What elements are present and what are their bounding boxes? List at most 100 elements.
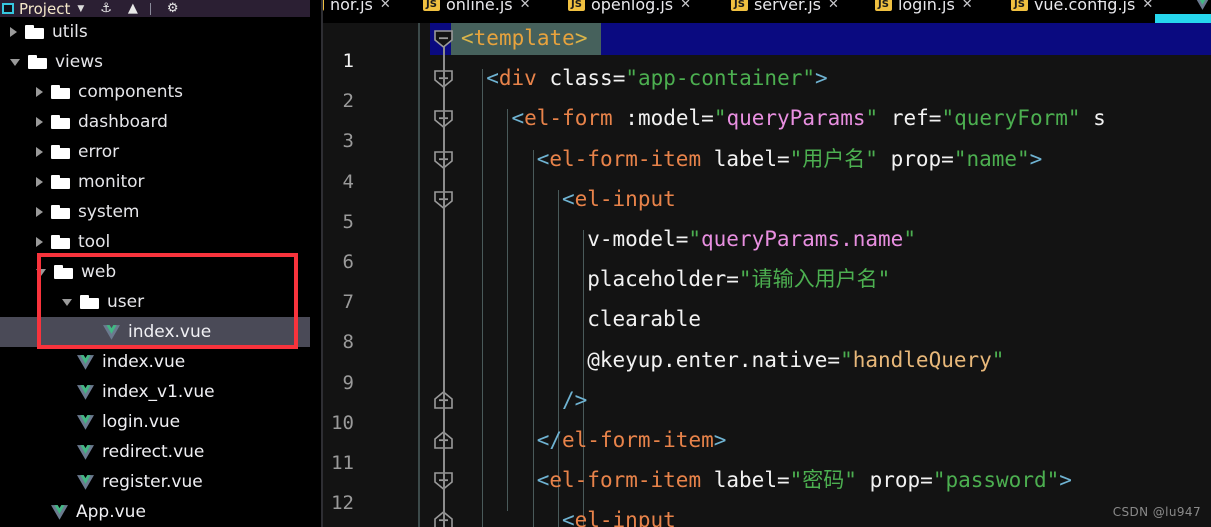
editor-tab-login-js[interactable]: JS login.js ✕: [875, 0, 973, 16]
fold-region-line: [443, 47, 445, 527]
code-line: clearable: [587, 303, 701, 335]
code-token: />: [561, 387, 588, 412]
vue-file-icon: [103, 324, 120, 340]
js-file-icon: JS: [323, 0, 324, 11]
editor-gutter[interactable]: 12345678910111213: [323, 23, 430, 527]
code-token: "密码": [789, 468, 857, 493]
code-token: ": [713, 106, 727, 131]
code-token: ": [903, 227, 916, 251]
tree-item-label: error: [78, 142, 120, 162]
tree-item-register-vue[interactable]: register.vue: [0, 467, 321, 497]
tree-item-label: index.vue: [102, 352, 186, 372]
ide-window: Project ▼ ⚓ ▲ ⚙ utils views components dash…: [0, 0, 1211, 527]
tree-item-utils[interactable]: utils: [0, 17, 321, 47]
gear-icon[interactable]: ⚙: [167, 2, 179, 15]
editor-tab-openlog-js[interactable]: JS openlog.js ✕: [568, 0, 691, 16]
code-token: ": [865, 106, 879, 131]
editor-tab-bar: JS nor.js ✕ JS online.js ✕ JS openlog.js ✕ JS serv…: [323, 0, 1211, 17]
vue-file-icon: [77, 414, 94, 430]
close-icon[interactable]: ✕: [380, 0, 391, 12]
close-icon[interactable]: ✕: [680, 0, 691, 12]
close-icon[interactable]: ✕: [1142, 0, 1153, 12]
chevron-right-icon[interactable]: [36, 87, 43, 97]
tree-item-system[interactable]: system: [0, 197, 321, 227]
chevron-right-icon[interactable]: [36, 177, 43, 187]
code-token: queryParams.name: [701, 227, 904, 251]
tree-item-components[interactable]: components: [0, 77, 321, 107]
tree-item-label: redirect.vue: [102, 442, 205, 462]
tree-item-redirect-vue[interactable]: redirect.vue: [0, 437, 321, 467]
tree-item-views[interactable]: views: [0, 47, 321, 77]
code-token: <: [561, 186, 575, 211]
project-panel-title: Project: [19, 0, 71, 17]
tree-item-index_v1-vue[interactable]: index_v1.vue: [0, 377, 321, 407]
vue-file-icon: [77, 444, 94, 460]
close-icon[interactable]: ✕: [520, 0, 531, 12]
tree-item-user[interactable]: user: [0, 287, 321, 317]
code-token: "name": [953, 146, 1030, 171]
code-token: :model: [625, 106, 702, 131]
tree-item-index-vue[interactable]: index.vue: [0, 317, 321, 347]
close-icon[interactable]: ✕: [828, 0, 839, 12]
chevron-right-icon[interactable]: [10, 27, 17, 37]
code-line: <el-form :model="queryParams" ref="query…: [511, 102, 1105, 134]
chevron-down-icon[interactable]: [36, 268, 46, 276]
code-token: div: [498, 66, 537, 91]
anchor-icon[interactable]: ⚓: [100, 2, 112, 15]
code-token: el-form-item: [562, 428, 714, 452]
chevron-down-icon[interactable]: [10, 58, 20, 66]
code-token: s: [1080, 106, 1106, 131]
vue-file-icon: [77, 354, 94, 370]
code-token: el-input: [574, 186, 676, 211]
close-icon[interactable]: ✕: [962, 0, 973, 12]
tree-item-web[interactable]: web: [0, 257, 321, 287]
chevron-down-icon[interactable]: [62, 298, 72, 306]
code-token: @keyup.enter.native: [587, 347, 828, 372]
tree-item-dashboard[interactable]: dashboard: [0, 107, 321, 137]
collapse-up-icon[interactable]: ▲: [128, 2, 138, 15]
folder-icon: [25, 25, 44, 39]
tree-item-error[interactable]: error: [0, 137, 321, 167]
editor-tab-nor-js[interactable]: JS nor.js ✕: [323, 0, 391, 16]
code-token: =: [776, 468, 790, 493]
fold-collapse-icon[interactable]: [433, 29, 454, 48]
js-file-icon: JS: [875, 0, 892, 11]
editor-tab-online-js[interactable]: JS online.js ✕: [423, 0, 531, 16]
tree-item-login-vue[interactable]: login.vue: [0, 407, 321, 437]
sidebar-scrollbar-track[interactable]: [310, 0, 321, 527]
editor-tab-vue-config-js[interactable]: JS vue.config.js ✕: [1011, 0, 1153, 16]
code-token: >: [1029, 146, 1043, 171]
chevron-down-icon[interactable]: ▼: [77, 4, 84, 14]
tree-item-tool[interactable]: tool: [0, 227, 321, 257]
code-token: =: [701, 106, 714, 131]
tab-label: server.js: [753, 0, 821, 14]
code-token: el-form-item: [549, 146, 702, 171]
chevron-right-icon[interactable]: [36, 117, 43, 127]
line-number: 4: [342, 170, 354, 193]
code-token: <: [536, 468, 550, 493]
code-token: =: [776, 146, 790, 171]
line-number: 8: [342, 331, 354, 354]
code-token: ": [688, 227, 702, 251]
code-token: <: [461, 26, 474, 50]
code-token: >: [1059, 468, 1072, 493]
chevron-right-icon[interactable]: [36, 237, 43, 247]
chevron-right-icon[interactable]: [36, 207, 43, 217]
project-toolbar: Project ▼ ⚓ ▲ ⚙: [0, 0, 321, 17]
chevron-right-icon[interactable]: [36, 147, 43, 157]
code-token: =: [612, 66, 626, 91]
tree-item-index-vue[interactable]: index.vue: [0, 347, 321, 377]
code-token: el-form-item: [549, 468, 702, 493]
editor-tab-server-js[interactable]: JS server.js ✕: [731, 0, 839, 16]
tree-item-App-vue[interactable]: App.vue: [0, 497, 321, 527]
code-token: class: [549, 66, 613, 91]
tree-item-monitor[interactable]: monitor: [0, 167, 321, 197]
line-number: 11: [331, 452, 354, 474]
tree-item-label: index.vue: [128, 322, 212, 342]
code-line: <el-input: [562, 183, 676, 215]
watermark: CSDN @lu947: [1112, 505, 1201, 519]
